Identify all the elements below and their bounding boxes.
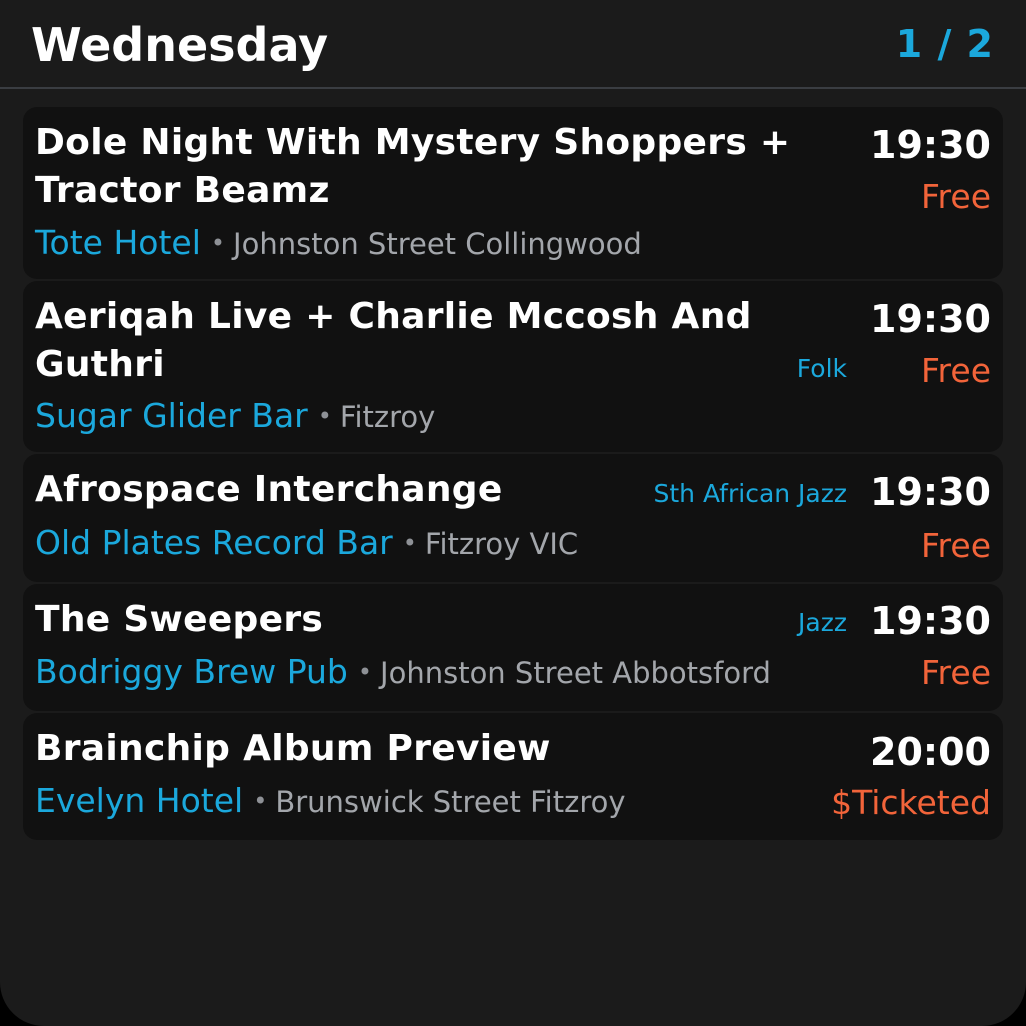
event-card[interactable]: Dole Night With Mystery Shoppers + Tract…	[23, 107, 1003, 279]
genre-tag: Sth African Jazz	[653, 479, 848, 508]
genre-tag: Folk	[796, 354, 847, 383]
venue-line: Evelyn Hotel • Brunswick Street Fitzroy	[35, 780, 626, 823]
venue-location: Brunswick Street Fitzroy	[275, 785, 626, 819]
venue-name: Bodriggy Brew Pub	[35, 652, 348, 691]
event-title: Aeriqah Live + Charlie Mccosh And Guthri	[35, 296, 752, 385]
venue-location: Fitzroy VIC	[424, 527, 579, 561]
event-price: Free	[920, 177, 991, 216]
venue-name: Evelyn Hotel	[35, 781, 244, 820]
page-indicator: 1 / 2	[895, 22, 994, 66]
event-time: 19:30	[870, 297, 991, 341]
event-screen: Wednesday 1 / 2 Dole Night With Mystery …	[0, 0, 1026, 1026]
venue-line: Bodriggy Brew Pub • Johnston Street Abbots…	[35, 651, 771, 694]
event-price: Free	[920, 351, 991, 390]
venue-line: Old Plates Record Bar • Fitzroy VIC	[35, 522, 578, 565]
event-title: Brainchip Album Preview	[35, 728, 551, 769]
venue-location: Johnston Street Abbotsford	[380, 656, 771, 690]
event-title: Dole Night With Mystery Shoppers + Tract…	[35, 122, 791, 211]
day-title: Wednesday	[31, 18, 329, 72]
venue-line: Sugar Glider Bar • Fitzroy	[35, 395, 435, 438]
event-card[interactable]: Brainchip Album Preview Evelyn Hotel • Bru…	[23, 713, 1003, 840]
venue-location: Fitzroy	[339, 400, 436, 434]
event-price: Free	[920, 526, 991, 565]
event-time: 19:30	[870, 599, 991, 643]
event-list: Dole Night With Mystery Shoppers + Tract…	[23, 107, 1003, 842]
header: Wednesday 1 / 2	[0, 0, 1026, 89]
separator-dot: •	[253, 787, 268, 815]
venue-name: Tote Hotel	[35, 223, 201, 262]
event-price: Free	[920, 653, 991, 692]
genre-tag: Jazz	[798, 608, 847, 637]
event-card[interactable]: Afrospace Interchange Sth African Jazz O…	[23, 454, 1003, 582]
venue-name: Old Plates Record Bar	[35, 523, 393, 562]
separator-dot: •	[402, 529, 417, 557]
separator-dot: •	[317, 402, 332, 430]
venue-line: Tote Hotel • Johnston Street Collingwood	[35, 222, 642, 265]
event-time: 19:30	[870, 123, 991, 167]
event-card[interactable]: Aeriqah Live + Charlie Mccosh And Guthri…	[23, 281, 1003, 452]
venue-name: Sugar Glider Bar	[35, 396, 308, 435]
event-card[interactable]: The Sweepers Jazz Bodriggy Brew Pub • John…	[23, 584, 1003, 711]
event-title: Afrospace Interchange	[35, 469, 503, 510]
event-time: 19:30	[870, 470, 991, 514]
separator-dot: •	[210, 229, 226, 257]
event-time: 20:00	[870, 730, 991, 774]
separator-dot: •	[357, 658, 373, 686]
venue-location: Johnston Street Collingwood	[233, 227, 642, 261]
event-title: The Sweepers	[35, 599, 324, 640]
event-price: $Ticketed	[831, 783, 991, 822]
